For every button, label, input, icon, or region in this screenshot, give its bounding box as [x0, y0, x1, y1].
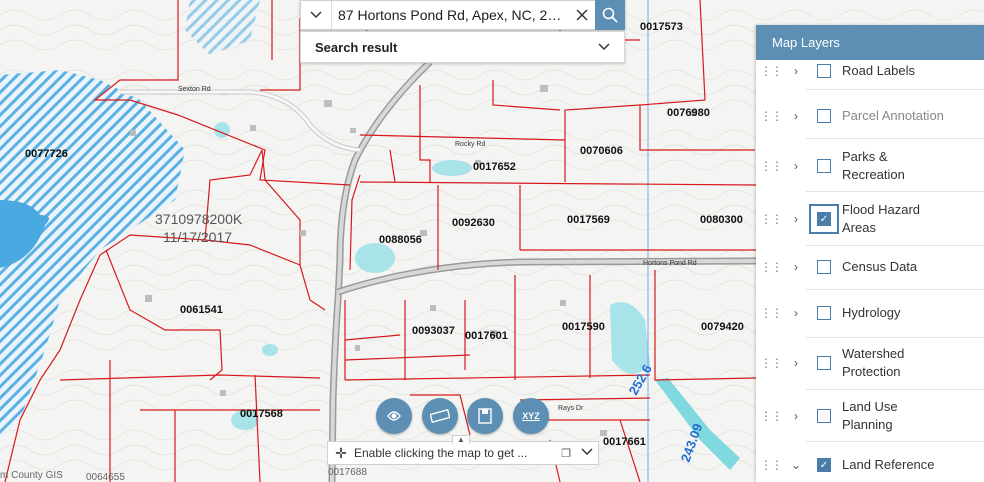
layer-checkbox[interactable]	[817, 64, 831, 78]
chevron-right-icon[interactable]: ›	[786, 109, 806, 123]
layer-checkbox[interactable]	[817, 158, 831, 173]
layer-checkbox[interactable]	[817, 408, 831, 423]
chevron-right-icon[interactable]: ›	[786, 159, 806, 173]
drag-handle-icon[interactable]: ⋮⋮	[756, 459, 786, 471]
clear-icon[interactable]	[569, 9, 595, 21]
ruler-icon	[430, 409, 450, 423]
parcel-label-faint: 0017688	[328, 467, 367, 478]
layer-row-land-reference[interactable]: ⋮⋮ ⌄ ✓ Land Reference	[756, 450, 984, 480]
layer-checkbox[interactable]: ✓	[817, 212, 831, 226]
drag-handle-icon[interactable]: ⋮⋮	[756, 110, 786, 122]
drag-handle-icon[interactable]: ⋮⋮	[756, 261, 786, 273]
search-button[interactable]	[595, 0, 625, 30]
parcel-label: 0080300	[700, 214, 743, 226]
drag-handle-icon[interactable]: ⋮⋮	[756, 357, 786, 369]
layer-label: Census Data	[842, 259, 918, 274]
measure-tool-button[interactable]	[422, 398, 458, 434]
identify-icon	[387, 411, 401, 421]
layer-label: Watershed Protection	[842, 345, 905, 379]
layer-row-parks-recreation[interactable]: ⋮⋮ › Parks & Recreation	[756, 143, 984, 188]
pond-center	[355, 243, 395, 273]
parcel-label: 0017601	[465, 330, 508, 342]
drag-handle-icon[interactable]: ⋮⋮	[756, 410, 786, 422]
search-icon	[602, 7, 618, 23]
layer-checkbox[interactable]	[817, 260, 831, 274]
layer-checkbox[interactable]	[817, 109, 831, 123]
layer-row-land-use[interactable]: ⋮⋮ › Land Use Planning	[756, 393, 984, 438]
layer-label: Flood Hazard Areas	[842, 202, 921, 235]
parcel-label: 0017568	[240, 408, 283, 420]
layer-checkbox[interactable]	[817, 306, 831, 320]
parcel-label: 0017569	[567, 214, 610, 226]
map-click-toggle-bar[interactable]: ✛ Enable clicking the map to get ... ❐	[327, 441, 599, 465]
xyz-icon: XYZ	[522, 411, 540, 421]
drag-handle-icon[interactable]: ⋮⋮	[756, 65, 786, 77]
layer-row-watershed[interactable]: ⋮⋮ › Watershed Protection	[756, 340, 984, 385]
road-label: Hortons Pond Rd	[643, 260, 697, 267]
pond-rocky	[432, 160, 472, 176]
chevron-down-icon[interactable]	[576, 447, 598, 459]
chevron-right-icon[interactable]: ›	[786, 356, 806, 370]
chevron-down-icon	[598, 43, 610, 51]
crosshair-icon: ✛	[335, 444, 347, 461]
layer-label: Land Use Planning	[842, 398, 898, 432]
chevron-right-icon[interactable]: ›	[786, 260, 806, 274]
bookmark-icon	[478, 408, 492, 424]
search-result-panel[interactable]: Search result	[300, 31, 625, 63]
road-label: Sexton Rd	[178, 86, 211, 93]
map-click-status-text: Enable clicking the map to get ...	[354, 446, 528, 460]
map-attribution: m County GIS	[0, 470, 63, 481]
layers-panel-title: Map Layers	[756, 25, 984, 60]
drag-handle-icon[interactable]: ⋮⋮	[756, 213, 786, 225]
chevron-right-icon[interactable]: ›	[786, 409, 806, 423]
layer-checkbox[interactable]	[817, 355, 831, 370]
search-bar	[300, 0, 625, 30]
map-stamp-id: 3710978200K	[155, 211, 243, 227]
parcel-label: 0017661	[603, 436, 646, 448]
layer-row-road-labels[interactable]: ⋮⋮ › Road Labels	[756, 60, 984, 82]
parcel-label: 0093037	[412, 325, 455, 337]
copy-icon[interactable]: ❐	[556, 447, 576, 460]
chevron-down-icon	[310, 11, 322, 19]
layer-label: Road Labels	[842, 63, 915, 78]
search-source-dropdown[interactable]	[301, 1, 332, 29]
layer-row-census-data[interactable]: ⋮⋮ › Census Data	[756, 252, 984, 282]
road-label: Rays Dr	[558, 405, 584, 412]
layer-row-flood-hazard[interactable]: ⋮⋮ › ✓ Flood Hazard Areas	[756, 194, 984, 244]
layer-checkbox[interactable]: ✓	[817, 458, 831, 472]
drag-handle-icon[interactable]: ⋮⋮	[756, 160, 786, 172]
identify-tool-button[interactable]	[376, 398, 412, 434]
coordinate-tool-button[interactable]: XYZ	[513, 398, 549, 434]
search-input[interactable]	[332, 1, 569, 29]
parcel-label: 0092630	[452, 217, 495, 229]
parcel-label-faint: 0064655	[86, 472, 125, 482]
layer-label: Parcel Annotation	[842, 108, 944, 123]
map-layers-panel: Map Layers ⋮⋮ › Road Labels ⋮⋮ › Parcel …	[756, 25, 984, 482]
layer-label: Parks & Recreation	[842, 148, 905, 182]
parcel-label: 0088056	[379, 234, 422, 246]
layer-label: Hydrology	[842, 305, 901, 320]
chevron-right-icon[interactable]: ›	[786, 212, 806, 226]
parcel-label: 0017573	[640, 21, 683, 33]
search-result-label: Search result	[315, 39, 398, 55]
map-stamp-date: 11/17/2017	[163, 229, 232, 245]
layer-row-hydrology[interactable]: ⋮⋮ › Hydrology	[756, 298, 984, 328]
parcel-label: 0077726	[25, 148, 68, 160]
layer-label: Land Reference	[842, 457, 935, 472]
parcel-label: 0070606	[580, 145, 623, 157]
parcel-label: 0017652	[473, 161, 516, 173]
chevron-right-icon[interactable]: ›	[786, 306, 806, 320]
road-label: Rocky Rd	[455, 141, 485, 148]
chevron-right-icon[interactable]: ›	[786, 64, 806, 78]
pond-small-b	[262, 344, 278, 356]
layer-row-parcel-annotation[interactable]: ⋮⋮ › Parcel Annotation	[756, 96, 984, 136]
collapse-handle[interactable]: ▲	[452, 435, 470, 444]
drag-handle-icon[interactable]: ⋮⋮	[756, 307, 786, 319]
parcel-label: 0061541	[180, 304, 223, 316]
parcel-label: 0017590	[562, 321, 605, 333]
parcel-label: 0076980	[667, 107, 710, 119]
save-tool-button[interactable]	[467, 398, 503, 434]
chevron-down-icon[interactable]: ⌄	[786, 458, 806, 472]
parcel-label: 0079420	[701, 321, 744, 333]
